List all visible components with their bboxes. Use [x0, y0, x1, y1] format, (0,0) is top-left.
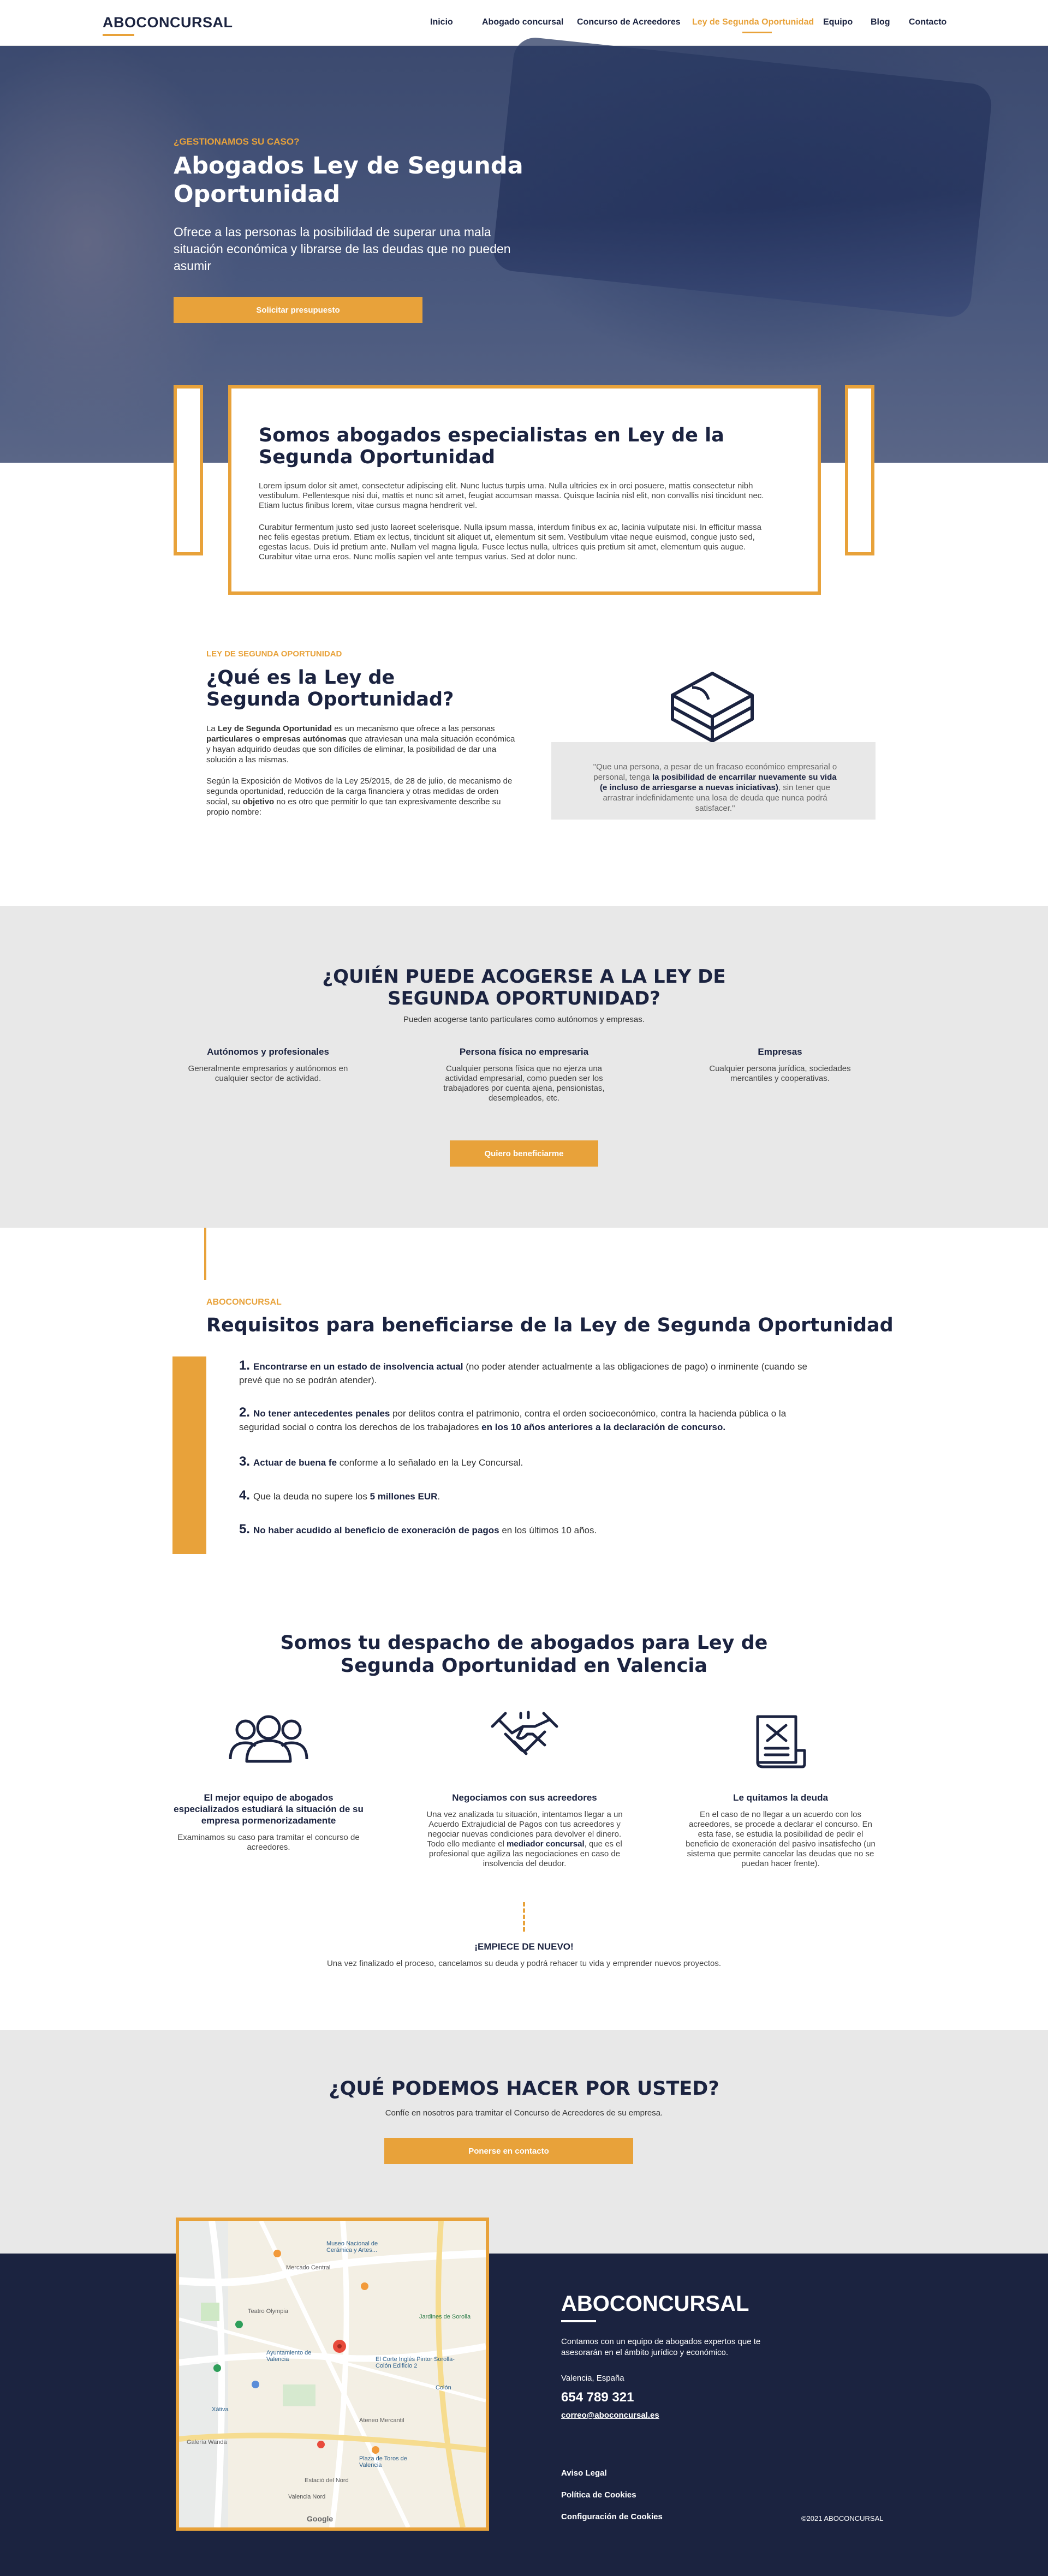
who-subtitle: Pueden acogerse tanto particulares como … — [403, 1015, 645, 1024]
despacho-col-team: El mejor equipo de abogados especializad… — [170, 1792, 367, 1852]
law-quote: "Que una persona, a pesar de un fracaso … — [593, 762, 837, 813]
nav-concurso-acreedores[interactable]: Concurso de Acreedores — [577, 17, 681, 27]
start-again-text: Una vez finalizado el proceso, cancelamo… — [326, 1959, 722, 1968]
footer-logo: ABOCONCURSAL — [561, 2292, 749, 2316]
whatis-paragraph-1: La Ley de Segunda Oportunidad es un meca… — [206, 724, 515, 764]
footer-link-cookies-config[interactable]: Configuración de Cookies — [561, 2512, 663, 2521]
requirement-item: 2. No tener antecedentes penales por deli… — [239, 1405, 787, 1432]
nav-abogado-concursal[interactable]: Abogado concursal — [482, 17, 563, 27]
requirement-item: 4. Que la deuda no supere los 5 millones … — [239, 1488, 440, 1503]
site-footer — [0, 2254, 1048, 2576]
nav-ley-segunda-oportunidad[interactable]: Ley de Segunda Oportunidad — [692, 17, 814, 27]
start-again-title: ¡EMPIECE DE NUEVO! — [474, 1941, 574, 1952]
who-col-text: Cualquier persona física que no ejerza u… — [443, 1064, 605, 1103]
map-label: Jardines de Sorolla — [419, 2314, 471, 2320]
requirements-accent-line — [204, 1228, 206, 1280]
request-quote-button[interactable]: Solicitar presupuesto — [174, 297, 422, 323]
map-label: El Corte Inglés Pintor Sorolla-Colón Edi… — [376, 2356, 455, 2369]
map-label: Estació del Nord — [305, 2477, 349, 2484]
map-label: Xàtiva — [212, 2406, 229, 2413]
despacho-col-text: Una vez analizada tu situación, intentam… — [426, 1810, 623, 1868]
location-map[interactable]: Museo Nacional de Cerámica y Artes... Me… — [176, 2218, 489, 2531]
despacho-col-text: En el caso de no llegar a un acuerdo con… — [686, 1810, 876, 1868]
handshake-icon — [490, 1710, 559, 1770]
who-col-autonomos: Autónomos y profesionales Generalmente e… — [178, 1047, 358, 1084]
despacho-col-title: Negociamos con sus acreedores — [452, 1792, 597, 1803]
contact-button[interactable]: Ponerse en contacto — [384, 2138, 633, 2164]
requirements-title: Requisitos para beneficiarse de la Ley d… — [206, 1314, 894, 1336]
nav-equipo[interactable]: Equipo — [823, 17, 853, 27]
footer-city: Valencia, España — [561, 2374, 624, 2383]
map-label: Museo Nacional de Cerámica y Artes... — [326, 2240, 378, 2254]
whatis-eyebrow: LEY DE SEGUNDA OPORTUNIDAD — [206, 649, 342, 659]
map-label: Ateneo Mercantil — [359, 2417, 404, 2424]
despacho-col-debt: Le quitamos la deuda En el caso de no ll… — [682, 1792, 879, 1869]
who-col-text: Cualquier persona jurídica, sociedades m… — [709, 1064, 851, 1083]
footer-link-aviso-legal[interactable]: Aviso Legal — [561, 2469, 607, 2478]
map-label: Teatro Olympia — [248, 2308, 288, 2315]
map-label: Valencia Nord — [288, 2494, 326, 2500]
who-title: ¿QUIÉN PUEDE ACOGERSE A LA LEY DE SEGUND… — [322, 966, 726, 1009]
despacho-col-title: El mejor equipo de abogados especializad… — [174, 1792, 364, 1826]
despacho-title: Somos tu despacho de abogados para Ley d… — [280, 1632, 768, 1677]
who-col-persona-fisica: Persona física no empresaria Cualquier p… — [434, 1047, 614, 1103]
requirement-item: 3. Actuar de buena fe conforme a lo señal… — [239, 1454, 523, 1469]
requirement-item: 5. No haber acudido al beneficio de exone… — [239, 1522, 597, 1537]
cta-title: ¿QUÉ PODEMOS HACER POR USTED? — [329, 2078, 719, 2100]
intro-paragraph-2: Curabitur fermentum justo sed justo laor… — [259, 523, 761, 561]
footer-description: Contamos con un equipo de abogados exper… — [561, 2337, 761, 2357]
who-col-title: Autónomos y profesionales — [207, 1047, 329, 1057]
intro-title: Somos abogados especialistas en Ley de l… — [259, 425, 724, 468]
nav-contacto[interactable]: Contacto — [909, 17, 946, 27]
who-col-title: Empresas — [758, 1047, 802, 1057]
requirements-eyebrow: ABOCONCURSAL — [206, 1298, 282, 1307]
who-col-title: Persona física no empresaria — [459, 1047, 589, 1057]
despacho-col-title: Le quitamos la deuda — [733, 1792, 828, 1803]
footer-link-cookies-policy[interactable]: Política de Cookies — [561, 2490, 636, 2500]
map-label: Colón — [436, 2384, 451, 2391]
team-icon — [228, 1711, 309, 1766]
intro-right-frame — [845, 385, 874, 555]
debt-document-icon — [754, 1714, 807, 1772]
despacho-col-text: Examinamos su caso para tramitar el conc… — [177, 1833, 360, 1852]
requirement-item: 1. Encontrarse en un estado de insolvenci… — [239, 1358, 807, 1385]
map-label: Mercado Central — [286, 2264, 331, 2271]
despacho-dashed-divider — [523, 1902, 525, 1932]
footer-copyright: ©2021 ABOCONCURSAL — [801, 2514, 884, 2523]
hero-title: Abogados Ley de Segunda Oportunidad — [174, 152, 523, 208]
who-col-text: Generalmente empresarios y autónomos en … — [188, 1064, 348, 1083]
map-label: Ayuntamiento de Valencia — [266, 2350, 312, 2363]
nav-active-underline — [742, 32, 772, 33]
map-label: Galería Wanda — [187, 2439, 227, 2446]
footer-phone[interactable]: 654 789 321 — [561, 2390, 634, 2405]
nav-inicio[interactable]: Inicio — [430, 17, 453, 27]
footer-email-link[interactable]: correo@aboconcursal.es — [561, 2411, 659, 2420]
footer-logo-underline — [561, 2320, 596, 2322]
map-label: Plaza de Toros de Valencia — [359, 2455, 407, 2469]
benefit-button[interactable]: Quiero beneficiarme — [450, 1140, 598, 1167]
cta-subtitle: Confíe en nosotros para tramitar el Conc… — [385, 2108, 663, 2118]
hero-book-image — [491, 35, 994, 319]
intro-left-frame — [174, 385, 203, 555]
hero-eyebrow: ¿GESTIONAMOS SU CASO? — [174, 136, 300, 147]
site-logo[interactable]: ABOCONCURSAL — [103, 14, 233, 31]
intro-paragraph-1: Lorem ipsum dolor sit amet, consectetur … — [259, 481, 764, 510]
whatis-title: ¿Qué es la Ley de Segunda Oportunidad? — [206, 667, 454, 710]
nav-blog[interactable]: Blog — [871, 17, 890, 27]
google-logo: Google — [307, 2514, 334, 2523]
logo-underline — [103, 34, 134, 36]
who-col-empresas: Empresas Cualquier persona jurídica, soc… — [690, 1047, 870, 1084]
whatis-paragraph-2: Según la Exposición de Motivos de la Ley… — [206, 776, 513, 817]
requirements-accent-bar — [172, 1356, 206, 1554]
despacho-col-negotiate: Negociamos con sus acreedores Una vez an… — [426, 1792, 623, 1869]
hero-text: Ofrece a las personas la posibilidad de … — [174, 225, 511, 273]
